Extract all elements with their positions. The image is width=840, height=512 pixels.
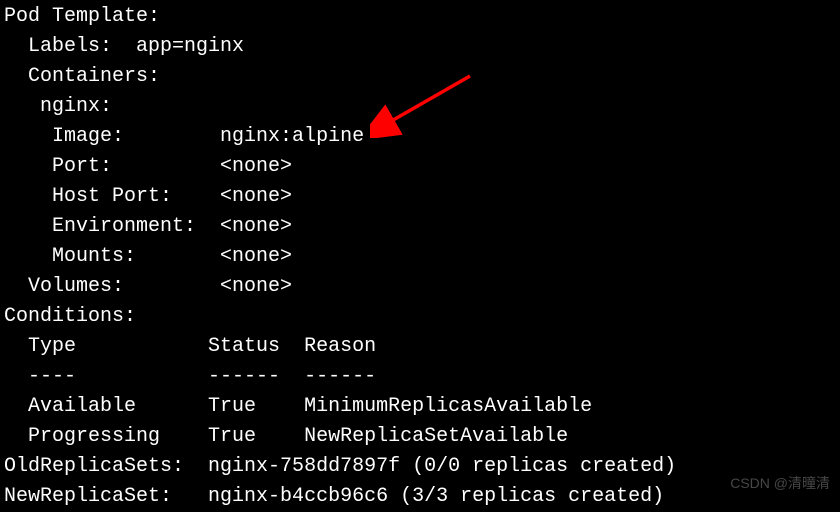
cond-row1-reason: MinimumReplicasAvailable bbox=[304, 395, 592, 418]
labels-key: Labels: bbox=[4, 35, 136, 58]
cond-row1-type: Available bbox=[4, 395, 208, 418]
port-key: Port: bbox=[4, 155, 220, 178]
volumes-value: <none> bbox=[220, 275, 292, 298]
newrs-key: NewReplicaSet: bbox=[4, 485, 208, 508]
hostport-key: Host Port: bbox=[4, 185, 220, 208]
cond-row2-type: Progressing bbox=[4, 425, 208, 448]
pod-template-heading: Pod Template: bbox=[4, 5, 160, 28]
cond-header-type: Type bbox=[4, 335, 208, 358]
containers-heading: Containers: bbox=[4, 65, 160, 88]
terminal-output: Pod Template: Labels: app=nginx Containe… bbox=[0, 0, 840, 512]
mounts-value: <none> bbox=[220, 245, 292, 268]
cond-sep-type: ---- bbox=[4, 365, 208, 388]
cond-sep-reason: ------ bbox=[304, 365, 376, 388]
newrs-value: nginx-b4ccb96c6 (3/3 replicas created) bbox=[208, 485, 664, 508]
oldrs-key: OldReplicaSets: bbox=[4, 455, 208, 478]
labels-value: app=nginx bbox=[136, 35, 244, 58]
cond-header-status: Status bbox=[208, 335, 304, 358]
container-name: nginx: bbox=[4, 95, 112, 118]
watermark-text: CSDN @清曈清 bbox=[730, 473, 830, 494]
cond-row1-status: True bbox=[208, 395, 304, 418]
image-key: Image: bbox=[4, 125, 220, 148]
hostport-value: <none> bbox=[220, 185, 292, 208]
env-key: Environment: bbox=[4, 215, 220, 238]
cond-sep-status: ------ bbox=[208, 365, 304, 388]
env-value: <none> bbox=[220, 215, 292, 238]
cond-row2-reason: NewReplicaSetAvailable bbox=[304, 425, 568, 448]
cond-row2-status: True bbox=[208, 425, 304, 448]
oldrs-value: nginx-758dd7897f (0/0 replicas created) bbox=[208, 455, 676, 478]
cond-header-reason: Reason bbox=[304, 335, 376, 358]
port-value: <none> bbox=[220, 155, 292, 178]
image-value: nginx:alpine bbox=[220, 125, 364, 148]
volumes-key: Volumes: bbox=[4, 275, 220, 298]
mounts-key: Mounts: bbox=[4, 245, 220, 268]
conditions-heading: Conditions: bbox=[4, 305, 136, 328]
